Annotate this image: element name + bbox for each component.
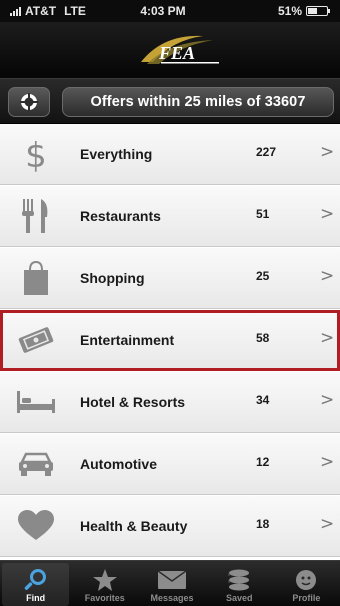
category-label: Hotel & Resorts xyxy=(80,394,186,410)
tab-label: Profile xyxy=(292,593,321,603)
crosshair-icon xyxy=(20,93,38,111)
chevron-right-icon: > xyxy=(320,142,335,162)
category-label: Automotive xyxy=(80,456,157,472)
app-header: FEA xyxy=(0,22,340,78)
fork-knife-icon xyxy=(14,196,58,236)
category-count: 51 xyxy=(256,207,270,221)
category-label: Health & Beauty xyxy=(80,518,188,534)
star-icon xyxy=(92,567,117,593)
status-right: 51% xyxy=(277,4,330,18)
tab-label: Find xyxy=(26,593,46,603)
ticket-icon xyxy=(14,320,58,360)
location-settings-button[interactable] xyxy=(8,87,50,117)
category-count: 227 xyxy=(256,145,277,159)
bed-icon xyxy=(14,382,58,422)
category-count: 25 xyxy=(256,269,270,283)
category-list: $ Everything 227 > Restaurants 51 > Shop… xyxy=(0,124,340,560)
logo-text: FEA xyxy=(158,43,195,63)
chevron-right-icon: > xyxy=(320,452,335,472)
category-row-restaurants[interactable]: Restaurants 51 > xyxy=(0,186,340,247)
category-row-entertainment[interactable]: Entertainment 58 > xyxy=(0,310,340,371)
chevron-right-icon: > xyxy=(320,266,335,286)
tab-label: Saved xyxy=(225,593,253,603)
offer-bar: Offers within 25 miles of 33607 xyxy=(0,78,340,124)
category-row-shopping[interactable]: Shopping 25 > xyxy=(0,248,340,309)
tab-messages[interactable]: Messages xyxy=(138,561,205,606)
heart-icon xyxy=(14,506,58,546)
category-count: 34 xyxy=(256,393,270,407)
shopping-bag-icon xyxy=(14,258,58,298)
chevron-right-icon: > xyxy=(320,390,335,410)
category-label: Restaurants xyxy=(80,208,161,224)
battery-percent: 51% xyxy=(277,4,302,18)
category-label: Entertainment xyxy=(80,332,175,348)
battery-icon xyxy=(306,6,330,16)
category-label: Everything xyxy=(80,146,153,162)
tab-label: Favorites xyxy=(84,593,125,603)
tab-find[interactable]: Find xyxy=(2,563,70,606)
category-count: 18 xyxy=(256,517,270,531)
offers-location-button[interactable]: Offers within 25 miles of 33607 xyxy=(62,87,334,117)
tab-favorites[interactable]: Favorites xyxy=(71,561,138,606)
category-count: 58 xyxy=(256,331,270,345)
dollar-icon: $ xyxy=(14,134,58,174)
tab-label: Messages xyxy=(150,593,194,603)
envelope-icon xyxy=(158,567,186,593)
category-row-everything[interactable]: $ Everything 227 > xyxy=(0,124,340,185)
category-row-health-beauty[interactable]: Health & Beauty 18 > xyxy=(0,496,340,557)
fea-logo: FEA xyxy=(141,35,219,64)
tab-profile[interactable]: Profile xyxy=(273,561,340,606)
svg-text:$: $ xyxy=(25,136,47,173)
chevron-right-icon: > xyxy=(320,514,335,534)
coins-icon xyxy=(226,567,252,593)
chevron-right-icon: > xyxy=(320,204,335,224)
profile-icon xyxy=(295,567,317,593)
tab-saved[interactable]: Saved xyxy=(206,561,273,606)
category-row-automotive[interactable]: Automotive 12 > xyxy=(0,434,340,495)
category-label: Shopping xyxy=(80,270,145,286)
status-bar: AT&T LTE 4:03 PM 51% xyxy=(0,0,340,22)
category-count: 12 xyxy=(256,455,270,469)
category-row-hotel-resorts[interactable]: Hotel & Resorts 34 > xyxy=(0,372,340,433)
search-icon xyxy=(24,567,48,593)
tab-bar: Find Favorites Messages Saved Profile xyxy=(0,560,340,606)
chevron-right-icon: > xyxy=(320,328,335,348)
car-icon xyxy=(14,444,58,484)
